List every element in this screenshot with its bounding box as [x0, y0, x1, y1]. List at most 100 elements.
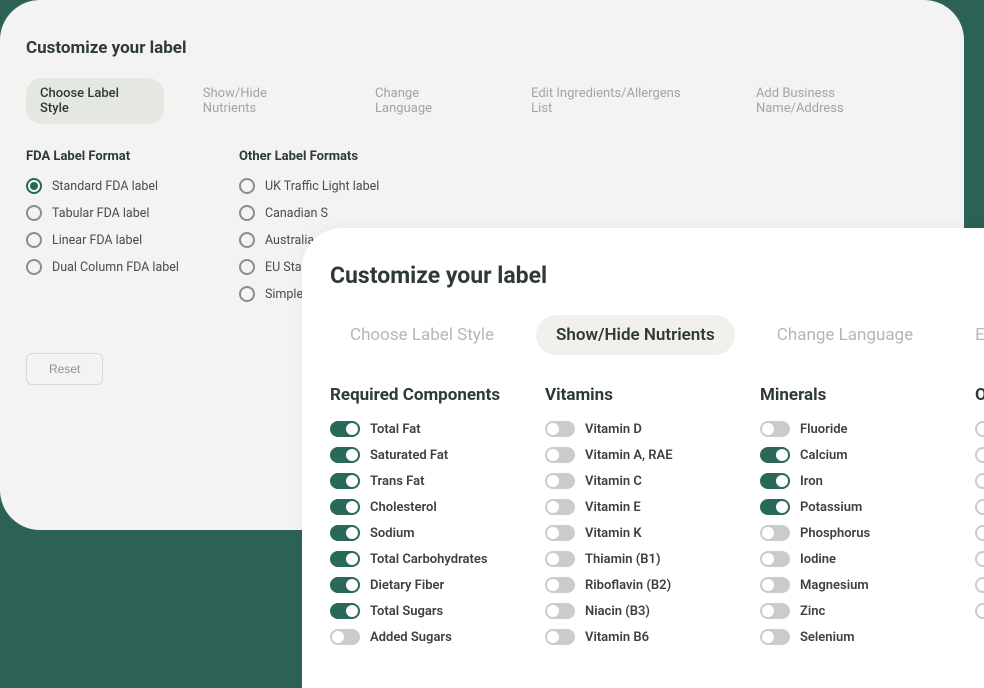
tab-change-language[interactable]: Change Language: [757, 315, 933, 355]
toggle-row[interactable]: Mono: [975, 447, 984, 463]
toggle-switch[interactable]: [760, 629, 790, 645]
radio-option[interactable]: Tabular FDA label: [26, 205, 179, 221]
toggle-switch[interactable]: [760, 603, 790, 619]
radio-option[interactable]: Standard FDA label: [26, 178, 179, 194]
toggle-row[interactable]: Added Sugars: [330, 629, 505, 645]
toggle-row[interactable]: Phosphorus: [760, 525, 935, 541]
toggle-row[interactable]: Vitamin E: [545, 499, 720, 515]
toggle-label: Thiamin (B1): [585, 552, 661, 567]
toggle-row[interactable]: Suga: [975, 525, 984, 541]
toggle-switch[interactable]: [545, 577, 575, 593]
tab-edit-ing[interactable]: Edit Ing: [955, 315, 984, 355]
tab-change-language[interactable]: Change Language: [361, 78, 492, 124]
toggle-switch[interactable]: [975, 473, 984, 489]
toggle-switch[interactable]: [975, 421, 984, 437]
radio-label: Standard FDA label: [52, 179, 158, 194]
toggle-row[interactable]: Sodium: [330, 525, 505, 541]
tab-edit-ingredients-allergens-list[interactable]: Edit Ingredients/Allergens List: [517, 78, 717, 124]
toggle-row[interactable]: Saturated Fat: [330, 447, 505, 463]
radio-label: Canadian S: [265, 206, 328, 221]
toggle-row[interactable]: Cholesterol: [330, 499, 505, 515]
toggle-switch[interactable]: [545, 473, 575, 489]
tab-choose-label-style[interactable]: Choose Label Style: [330, 315, 514, 355]
toggle-switch[interactable]: [975, 447, 984, 463]
toggle-switch[interactable]: [545, 603, 575, 619]
toggle-switch[interactable]: [330, 499, 360, 515]
toggle-row[interactable]: Calcium: [760, 447, 935, 463]
toggle-switch[interactable]: [545, 525, 575, 541]
toggle-switch[interactable]: [330, 421, 360, 437]
radio-label: UK Traffic Light label: [265, 179, 379, 194]
toggle-label: Vitamin C: [585, 474, 642, 489]
toggle-label: Phosphorus: [800, 526, 870, 541]
toggle-row[interactable]: Riboflavin (B2): [545, 577, 720, 593]
toggle-switch[interactable]: [760, 473, 790, 489]
toggle-switch[interactable]: [975, 551, 984, 567]
toggle-row[interactable]: Caffe: [975, 603, 984, 619]
toggle-row[interactable]: Potassium: [760, 499, 935, 515]
column-heading: FDA Label Format: [26, 149, 179, 164]
reset-button[interactable]: Reset: [26, 353, 103, 385]
tab-show-hide-nutrients[interactable]: Show/Hide Nutrients: [189, 78, 336, 124]
toggle-row[interactable]: Vitamin B6: [545, 629, 720, 645]
tab-add-business-name-address[interactable]: Add Business Name/Address: [742, 78, 938, 124]
toggle-switch[interactable]: [975, 603, 984, 619]
radio-icon: [239, 205, 255, 221]
toggle-row[interactable]: Choli: [975, 551, 984, 567]
toggle-switch[interactable]: [545, 447, 575, 463]
toggle-switch[interactable]: [330, 525, 360, 541]
toggle-label: Iron: [800, 474, 823, 489]
toggle-row[interactable]: Magnesium: [760, 577, 935, 593]
toggle-switch[interactable]: [760, 577, 790, 593]
tab-choose-label-style[interactable]: Choose Label Style: [26, 78, 164, 124]
radio-icon: [239, 286, 255, 302]
toggle-switch[interactable]: [330, 629, 360, 645]
toggle-row[interactable]: Fluoride: [760, 421, 935, 437]
toggle-row[interactable]: Solub: [975, 499, 984, 515]
toggle-row[interactable]: Total Carbohydrates: [330, 551, 505, 567]
toggle-label: Added Sugars: [370, 630, 452, 645]
toggle-switch[interactable]: [975, 499, 984, 515]
toggle-label: Selenium: [800, 630, 855, 645]
toggle-row[interactable]: Trans Fat: [330, 473, 505, 489]
column-heading: Other Label Formats: [239, 149, 379, 164]
toggle-row[interactable]: Inulin: [975, 577, 984, 593]
radio-option[interactable]: Linear FDA label: [26, 232, 179, 248]
tab-show-hide-nutrients[interactable]: Show/Hide Nutrients: [536, 315, 735, 355]
toggle-switch[interactable]: [330, 577, 360, 593]
toggle-row[interactable]: Total Fat: [330, 421, 505, 437]
toggle-row[interactable]: Thiamin (B1): [545, 551, 720, 567]
toggle-row[interactable]: Total Sugars: [330, 603, 505, 619]
toggle-row[interactable]: Polyu: [975, 421, 984, 437]
toggle-row[interactable]: Vitamin D: [545, 421, 720, 437]
toggle-row[interactable]: Dietary Fiber: [330, 577, 505, 593]
toggle-row[interactable]: Iodine: [760, 551, 935, 567]
toggle-switch[interactable]: [330, 551, 360, 567]
radio-option[interactable]: UK Traffic Light label: [239, 178, 379, 194]
toggle-row[interactable]: Vitamin K: [545, 525, 720, 541]
toggle-row[interactable]: Niacin (B3): [545, 603, 720, 619]
toggle-switch[interactable]: [330, 603, 360, 619]
toggle-switch[interactable]: [545, 421, 575, 437]
toggle-switch[interactable]: [975, 525, 984, 541]
toggle-switch[interactable]: [760, 447, 790, 463]
toggle-row[interactable]: Vitamin A, RAE: [545, 447, 720, 463]
radio-option[interactable]: Dual Column FDA label: [26, 259, 179, 275]
toggle-row[interactable]: Selenium: [760, 629, 935, 645]
toggle-switch[interactable]: [330, 473, 360, 489]
toggle-row[interactable]: Zinc: [760, 603, 935, 619]
toggle-switch[interactable]: [975, 577, 984, 593]
toggle-switch[interactable]: [760, 525, 790, 541]
toggle-switch[interactable]: [330, 447, 360, 463]
toggle-switch[interactable]: [760, 421, 790, 437]
toggle-row[interactable]: Vitamin C: [545, 473, 720, 489]
radio-option[interactable]: Canadian S: [239, 205, 379, 221]
toggle-switch[interactable]: [545, 499, 575, 515]
toggle-switch[interactable]: [760, 551, 790, 567]
toggle-row[interactable]: Insolu: [975, 473, 984, 489]
toggle-switch[interactable]: [545, 629, 575, 645]
toggle-label: Iodine: [800, 552, 836, 567]
toggle-switch[interactable]: [545, 551, 575, 567]
toggle-switch[interactable]: [760, 499, 790, 515]
toggle-row[interactable]: Iron: [760, 473, 935, 489]
